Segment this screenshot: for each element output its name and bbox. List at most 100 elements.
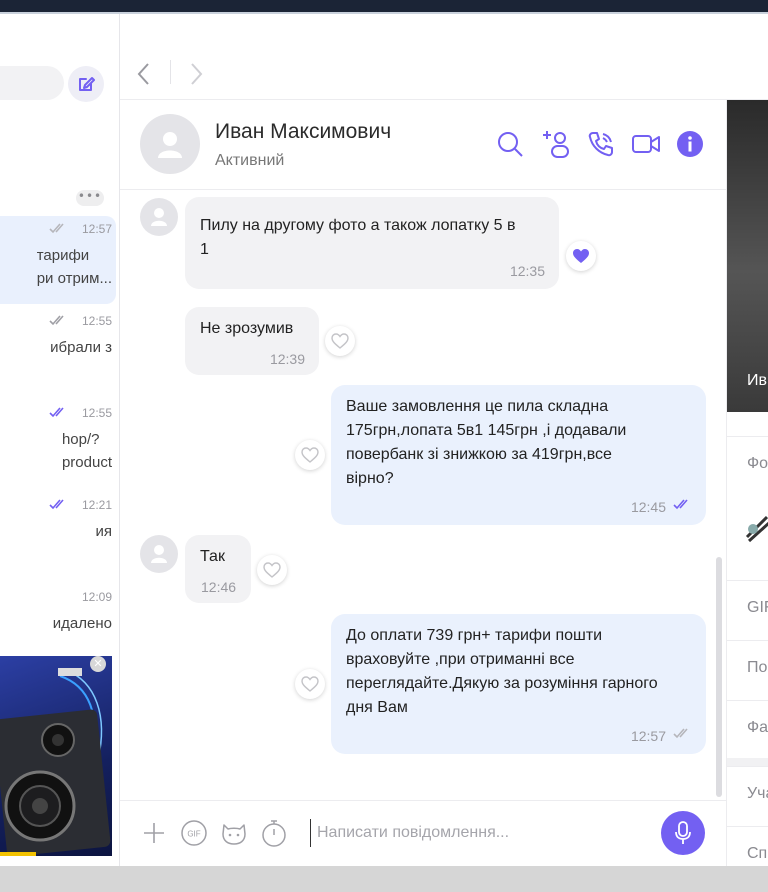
read-tick-icon (49, 407, 64, 418)
info-row-common[interactable]: Спі (727, 826, 768, 866)
chat-preview-line: ибрали з (50, 339, 112, 356)
info-row-label: Фо (747, 455, 768, 472)
nav-divider (170, 60, 171, 84)
voice-message-button[interactable] (661, 811, 705, 855)
voice-call-button[interactable] (585, 128, 617, 160)
chat-preview: ия (0, 520, 112, 568)
stopwatch-icon (262, 820, 286, 847)
speaker-icon (0, 668, 111, 856)
chat-search-input[interactable] (0, 66, 64, 100)
heart-filled-icon (573, 249, 589, 263)
search-in-chat-button[interactable] (494, 128, 526, 160)
person-icon (158, 132, 182, 158)
message-list[interactable]: Пилу на другому фото а також лопатку 5 в… (120, 190, 726, 800)
compose-button[interactable] (68, 66, 104, 102)
chat-preview: тарифи ри отрим... (0, 244, 112, 292)
contact-avatar[interactable] (140, 114, 200, 174)
chat-list-item[interactable]: 12:55 hop/? product (0, 400, 116, 488)
chat-header: Иван Максимович Активний (120, 100, 726, 190)
chat-list-item[interactable]: 12:55 ибрали з (0, 308, 116, 396)
like-button[interactable] (295, 669, 325, 699)
message-text: Не зрозумив (200, 317, 293, 341)
info-row-participants[interactable]: Уча (727, 766, 768, 824)
incoming-message[interactable]: Не зрозумив 12:39 (185, 307, 319, 375)
chat-preview-text: идалено (53, 612, 112, 635)
chat-list-item[interactable]: 12:57 тарифи ри отрим... (0, 216, 116, 304)
chat-preview-text: ибрали з (50, 336, 112, 359)
chat-info-button[interactable] (674, 128, 706, 160)
chat-time: 12:21 (81, 498, 112, 512)
info-row-files[interactable]: Фа (727, 700, 768, 758)
message-line: Так (200, 548, 225, 565)
message-time: 12:45 (630, 499, 666, 515)
outgoing-message[interactable]: До оплати 739 грн+ тарифи пошти враховуй… (331, 614, 706, 754)
timer-button[interactable] (260, 819, 288, 847)
chat-preview-line: ия (95, 523, 112, 540)
info-row-label: Спі (747, 845, 768, 862)
gif-icon: GIF (181, 820, 207, 846)
message-line: Ваше замовлення це пила складна (346, 398, 609, 415)
like-button[interactable] (295, 440, 325, 470)
add-participant-button[interactable] (540, 128, 572, 160)
like-button[interactable] (325, 326, 355, 356)
incoming-message[interactable]: Так 12:46 (185, 535, 251, 603)
info-row-links[interactable]: По (727, 640, 768, 698)
chat-preview-text: hop/? product (62, 428, 112, 474)
contact-photo[interactable]: Ив (727, 100, 768, 412)
chat-time: 12:55 (81, 406, 112, 420)
heart-outline-icon (263, 562, 281, 578)
heart-outline-icon (331, 333, 349, 349)
phone-icon (588, 132, 613, 157)
message-line: враховуйте ,при отриманні все (346, 651, 575, 668)
contact-avatar-small[interactable] (140, 535, 178, 573)
heart-outline-icon (301, 676, 319, 692)
info-row-label: GIF (747, 599, 768, 616)
chat-list-item[interactable]: 12:21 ия (0, 492, 116, 580)
incoming-message[interactable]: Пилу на другому фото а також лопатку 5 в… (185, 197, 559, 289)
desktop-bottom-strip (0, 866, 768, 892)
chat-list-item[interactable]: 12:09 идалено (0, 584, 116, 646)
contact-status: Активний (215, 152, 285, 169)
info-row-label: Фа (747, 719, 768, 736)
chat-preview: идалено (0, 612, 112, 638)
contact-name[interactable]: Иван Максимович (215, 120, 391, 144)
read-tick-icon (49, 499, 64, 510)
forward-arrow-icon[interactable] (188, 62, 204, 86)
ad-banner[interactable]: ✕ (0, 646, 118, 866)
like-button[interactable] (566, 241, 596, 271)
close-icon[interactable]: ✕ (90, 656, 106, 672)
contact-avatar-small[interactable] (140, 198, 178, 236)
info-row-gif[interactable]: GIF (727, 580, 768, 638)
chat-preview-text: ия (95, 520, 112, 543)
chat-list-panel: ••• 12:57 тарифи ри отрим... 12:55 ибрал… (0, 14, 120, 866)
message-time: 12:39 (269, 351, 305, 367)
attach-button[interactable] (140, 819, 168, 847)
message-input[interactable] (310, 819, 650, 847)
chat-time: 12:09 (81, 590, 112, 604)
message-text: До оплати 739 грн+ тарифи пошти враховуй… (346, 624, 658, 720)
gif-button[interactable]: GIF (180, 819, 208, 847)
info-divider (727, 758, 768, 766)
chat-time: 12:55 (81, 314, 112, 328)
message-scrollbar[interactable] (716, 557, 722, 797)
chat-preview-line: тарифи (36, 247, 90, 264)
message-text: Пилу на другому фото а також лопатку 5 в… (200, 214, 516, 262)
person-icon (151, 545, 167, 563)
message-text: Ваше замовлення це пила складна 175грн,л… (346, 395, 626, 491)
like-button[interactable] (257, 555, 287, 585)
sticker-button[interactable] (220, 819, 248, 847)
heart-outline-icon (301, 447, 319, 463)
message-line: 1 (200, 241, 209, 258)
contact-photo-name: Ив (747, 372, 767, 389)
more-button[interactable]: ••• (76, 190, 104, 206)
contact-info-panel: Ив Фо GIF По Фа Уча Спі (726, 100, 768, 866)
back-arrow-icon[interactable] (136, 62, 152, 86)
info-row-photos[interactable]: Фо (727, 436, 768, 576)
video-call-button[interactable] (630, 128, 662, 160)
chat-preview-line: идалено (52, 615, 112, 632)
message-line: Пилу на другому фото а також лопатку 5 в (200, 217, 516, 234)
plus-icon (144, 823, 164, 843)
person-icon (151, 208, 167, 226)
outgoing-message[interactable]: Ваше замовлення це пила складна 175грн,л… (331, 385, 706, 525)
viber-app: ••• 12:57 тарифи ри отрим... 12:55 ибрал… (0, 14, 768, 866)
